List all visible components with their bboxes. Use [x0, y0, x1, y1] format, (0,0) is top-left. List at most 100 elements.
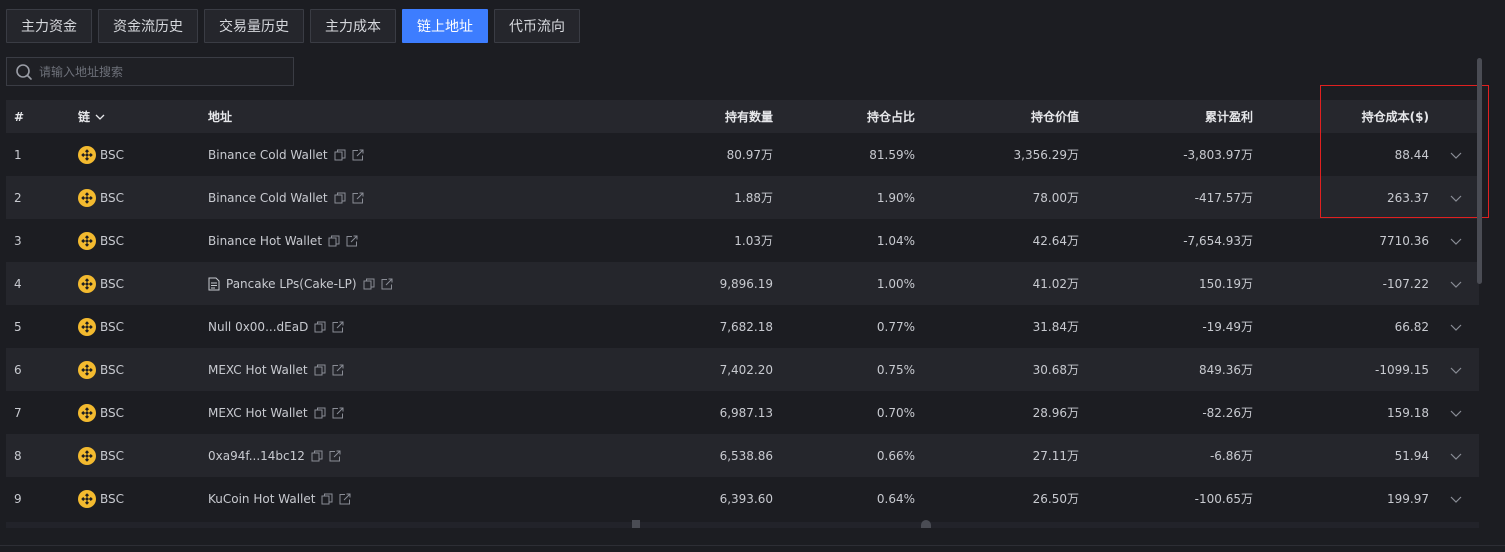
row-expand-button[interactable]: [1449, 391, 1463, 434]
table-row[interactable]: 6 BSC MEXC Hot Wallet 7,402.20 0.75% 30.68万 84…: [6, 348, 1479, 391]
copy-icon[interactable]: [314, 364, 326, 376]
row-percent: 0.70%: [876, 405, 915, 420]
row-value: 42.64万: [1032, 234, 1079, 248]
row-expand-button[interactable]: [1449, 348, 1463, 391]
external-link-icon[interactable]: [339, 493, 351, 505]
row-address-label[interactable]: 0xa94f...14bc12: [208, 449, 305, 463]
row-address-label[interactable]: MEXC Hot Wallet: [208, 406, 308, 420]
row-address-label[interactable]: MEXC Hot Wallet: [208, 363, 308, 377]
row-chain-label: BSC: [100, 233, 125, 248]
external-link-icon[interactable]: [381, 278, 393, 290]
row-address: Pancake LPs(Cake-LP): [208, 262, 393, 305]
row-pnl: 150.19万: [1199, 277, 1253, 291]
row-quantity: 1.03万: [734, 234, 773, 248]
table-row[interactable]: 4 BSC Pancake LPs(Cake-LP) 9,896.19 1.00% 41.…: [6, 262, 1479, 305]
row-cost: 7710.36: [1379, 233, 1429, 248]
header-percent[interactable]: 持仓占比: [867, 100, 915, 133]
row-chain-label: BSC: [100, 491, 125, 506]
external-link-icon[interactable]: [352, 149, 364, 161]
table-row[interactable]: 9 BSC KuCoin Hot Wallet 6,393.60 0.64% 26.50万…: [6, 477, 1479, 520]
chevron-down-icon: [95, 114, 105, 120]
external-link-icon[interactable]: [332, 321, 344, 333]
row-chain-label: BSC: [100, 362, 125, 377]
row-address: Binance Cold Wallet: [208, 133, 364, 176]
bnb-chain-icon: [78, 188, 96, 207]
row-address-label[interactable]: KuCoin Hot Wallet: [208, 492, 315, 506]
row-address-label[interactable]: Pancake LPs(Cake-LP): [226, 277, 357, 291]
row-value: 28.96万: [1032, 406, 1079, 420]
row-address: Null 0x00...dEaD: [208, 305, 344, 348]
tab-token-flow[interactable]: 代币流向: [494, 9, 580, 43]
row-address-label[interactable]: Null 0x00...dEaD: [208, 320, 308, 334]
table-header: # 链 地址 持有数量 持仓占比 持仓价值 累计盈利 持仓成本($): [6, 100, 1479, 133]
row-pnl: -100.65万: [1194, 492, 1253, 506]
table-row[interactable]: 3 BSC Binance Hot Wallet 1.03万 1.04% 42.64万 -7…: [6, 219, 1479, 262]
row-address: MEXC Hot Wallet: [208, 348, 344, 391]
table-row[interactable]: 2 BSC Binance Cold Wallet 1.88万 1.90% 78.00万 -…: [6, 176, 1479, 219]
copy-icon[interactable]: [334, 192, 346, 204]
tab-volume-history[interactable]: 交易量历史: [204, 9, 304, 43]
chevron-down-icon: [1450, 453, 1462, 460]
copy-icon[interactable]: [363, 278, 375, 290]
row-expand-button[interactable]: [1449, 262, 1463, 305]
horizontal-scrollbar[interactable]: [6, 522, 1479, 528]
tab-onchain-address[interactable]: 链上地址: [402, 9, 488, 43]
row-expand-button[interactable]: [1449, 305, 1463, 348]
copy-icon[interactable]: [334, 149, 346, 161]
copy-icon[interactable]: [311, 450, 323, 462]
copy-icon[interactable]: [321, 493, 333, 505]
row-chain: BSC: [78, 176, 124, 219]
bnb-chain-icon: [78, 317, 96, 336]
onchain-address-table: # 链 地址 持有数量 持仓占比 持仓价值 累计盈利 持仓成本($) 1 BSC B…: [6, 100, 1479, 520]
copy-icon[interactable]: [314, 321, 326, 333]
table-row[interactable]: 7 BSC MEXC Hot Wallet 6,987.13 0.70% 28.96万 -8…: [6, 391, 1479, 434]
row-chain: BSC: [78, 133, 124, 176]
copy-icon[interactable]: [328, 235, 340, 247]
external-link-icon[interactable]: [332, 407, 344, 419]
vertical-scrollbar[interactable]: [1477, 58, 1482, 284]
table-row[interactable]: 1 BSC Binance Cold Wallet 80.97万 81.59% 3,356…: [6, 133, 1479, 176]
tab-main-funds[interactable]: 主力资金: [6, 9, 92, 43]
address-search-box[interactable]: [6, 57, 294, 86]
bnb-chain-icon: [78, 489, 96, 508]
row-chain-label: BSC: [100, 448, 125, 463]
header-value[interactable]: 持仓价值: [1031, 100, 1079, 133]
copy-icon[interactable]: [314, 407, 326, 419]
row-chain: BSC: [78, 434, 124, 477]
external-link-icon[interactable]: [346, 235, 358, 247]
row-index: 8: [14, 448, 22, 463]
row-chain: BSC: [78, 391, 124, 434]
table-row[interactable]: 5 BSC Null 0x00...dEaD 7,682.18 0.77% 31.84万 -…: [6, 305, 1479, 348]
row-address-label[interactable]: Binance Cold Wallet: [208, 191, 328, 205]
header-chain[interactable]: 链: [78, 100, 106, 133]
row-quantity: 80.97万: [726, 148, 773, 162]
tab-fund-flow-history[interactable]: 资金流历史: [98, 9, 198, 43]
header-pnl[interactable]: 累计盈利: [1205, 100, 1253, 133]
external-link-icon[interactable]: [329, 450, 341, 462]
row-expand-button[interactable]: [1449, 434, 1463, 477]
header-quantity[interactable]: 持有数量: [725, 100, 773, 133]
table-row[interactable]: 8 BSC 0xa94f...14bc12 6,538.86 0.66% 27.11万 -6…: [6, 434, 1479, 477]
row-index: 2: [14, 190, 22, 205]
bnb-chain-icon: [78, 274, 96, 293]
row-value: 27.11万: [1032, 449, 1079, 463]
row-expand-button[interactable]: [1449, 477, 1463, 520]
address-search-input[interactable]: [39, 64, 293, 79]
row-value: 3,356.29万: [1013, 148, 1079, 162]
row-chain: BSC: [78, 219, 124, 262]
row-address-label[interactable]: Binance Cold Wallet: [208, 148, 328, 162]
row-percent: 0.66%: [876, 448, 915, 463]
row-pnl: -7,654.93万: [1183, 234, 1253, 248]
row-address-label[interactable]: Binance Hot Wallet: [208, 234, 322, 248]
row-index: 5: [14, 319, 22, 334]
row-index: 4: [14, 276, 22, 291]
external-link-icon[interactable]: [352, 192, 364, 204]
tab-main-cost[interactable]: 主力成本: [310, 9, 396, 43]
chevron-down-icon: [1450, 410, 1462, 417]
chevron-down-icon: [1450, 324, 1462, 331]
row-pnl: -6.86万: [1209, 449, 1253, 463]
row-quantity: 7,682.18: [719, 319, 773, 334]
external-link-icon[interactable]: [332, 364, 344, 376]
row-expand-button[interactable]: [1449, 219, 1463, 262]
row-percent: 0.77%: [876, 319, 915, 334]
